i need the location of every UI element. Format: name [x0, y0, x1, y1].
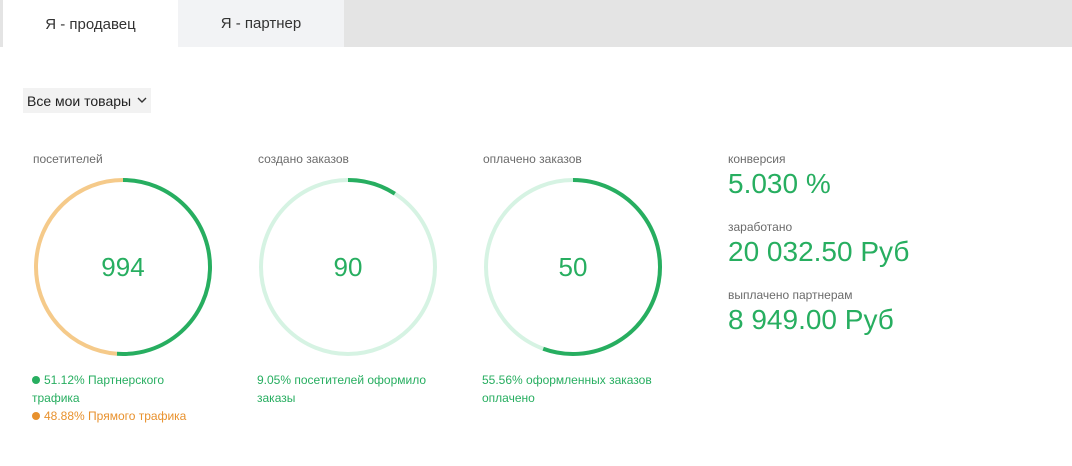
metric-orders-created-value: 90 [333, 251, 363, 282]
tab-bar: Я - продавец Я - партнер [0, 0, 1072, 48]
note-partner-traffic: 51.12% Партнерского трафика [32, 373, 165, 405]
metric-orders-paid-value: 50 [558, 251, 588, 282]
tab-seller[interactable]: Я - продавец [3, 0, 178, 48]
stat-earned-label: заработано [728, 220, 793, 234]
metric-orders-paid: оплачено заказов 50 55.56% оформленных з… [482, 152, 682, 405]
stat-paid-partners: выплачено партнерам 8 949.00 Руб [728, 288, 909, 336]
stat-conversion: конверсия 5.030 % [728, 152, 909, 200]
metric-visitors-notes: 51.12% Партнерского трафика 48.88% Прямо… [32, 371, 212, 425]
stat-paid-partners-label: выплачено партнерам [728, 288, 853, 302]
note-direct-traffic: 48.88% Прямого трафика [32, 407, 212, 425]
metric-visitors: посетителей 994 51.12% Партнерского траф… [32, 152, 232, 423]
metric-orders-created-label: создано заказов [258, 152, 349, 166]
stat-conversion-value: 5.030 % [728, 168, 831, 199]
metric-orders-created-note: 9.05% посетителей оформило заказы [257, 373, 427, 405]
tab-partner[interactable]: Я - партнер [178, 0, 344, 47]
metric-orders-paid-note: 55.56% оформленных заказов оплачено [482, 373, 652, 405]
metric-visitors-value: 994 [101, 251, 145, 282]
stat-earned: заработано 20 032.50 Руб [728, 220, 909, 268]
stat-conversion-label: конверсия [728, 152, 786, 166]
summary-stats: конверсия 5.030 % заработано 20 032.50 Р… [728, 152, 909, 336]
metric-visitors-label: посетителей [33, 152, 103, 166]
chevron-down-icon [137, 97, 147, 104]
metric-orders-paid-label: оплачено заказов [483, 152, 582, 166]
stat-paid-partners-value: 8 949.00 Руб [728, 304, 894, 335]
orange-dot-icon [32, 412, 40, 420]
stat-earned-value: 20 032.50 Руб [728, 236, 910, 267]
metric-orders-created: создано заказов 90 9.05% посетителей офо… [257, 152, 457, 405]
green-dot-icon [32, 376, 40, 384]
products-filter-dropdown[interactable]: Все мои товары [23, 88, 152, 113]
products-filter-value: Все мои товары [27, 92, 132, 109]
